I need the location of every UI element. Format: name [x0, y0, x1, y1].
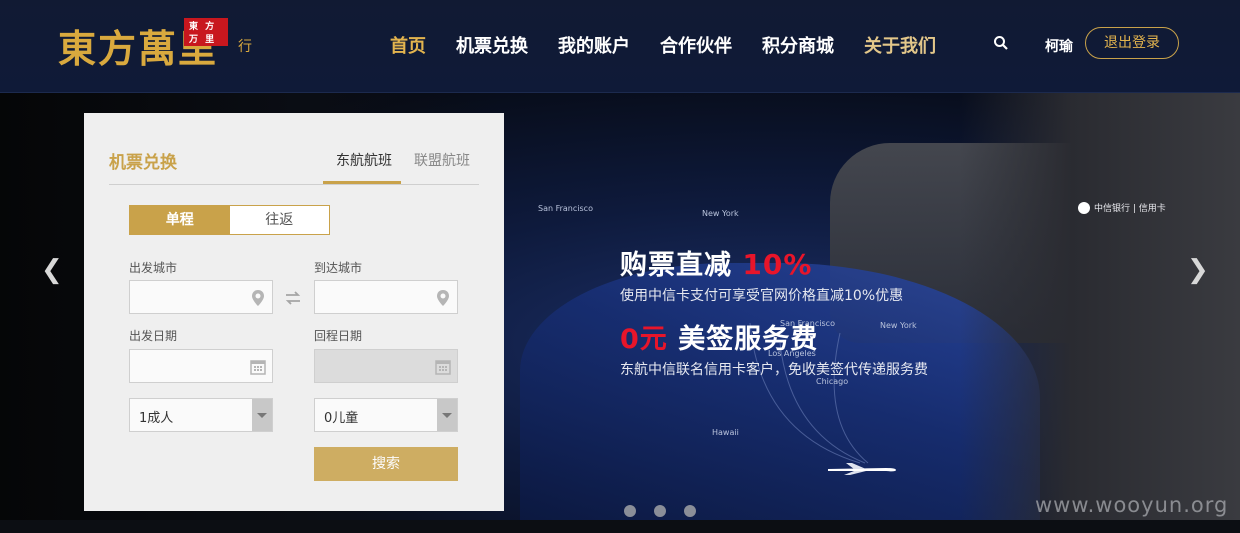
children-select[interactable]: 0儿童 [314, 398, 458, 432]
carousel-dots [624, 505, 696, 517]
tab-divider [109, 184, 479, 185]
city-label: New York [702, 209, 739, 218]
search-button[interactable]: 搜索 [314, 447, 458, 481]
bank-name: 中信银行 | 信用卡 [1094, 204, 1166, 214]
carousel-dot[interactable] [684, 505, 696, 517]
promo-discount-text: 购票直减 [620, 250, 743, 281]
children-value: 0儿童 [324, 411, 359, 426]
calendar-icon [435, 360, 451, 375]
panel-title: 机票兑换 [109, 153, 177, 173]
promo-discount-value: 10% [742, 248, 813, 281]
promo-discount-detail: 使用中信卡支付可享受官网价格直减10%优惠 [620, 288, 904, 304]
depart-city-label: 出发城市 [129, 261, 178, 275]
carousel-dot[interactable] [654, 505, 666, 517]
return-date-input [314, 349, 458, 383]
bank-emblem-icon [1078, 201, 1090, 214]
banner-bottom-strip [0, 520, 1240, 533]
search-icon[interactable] [993, 35, 1009, 51]
trip-type-toggle: 单程 往返 [129, 205, 330, 235]
promo-visa-text: 美签服务费 [667, 324, 819, 355]
carousel-next-arrow-icon[interactable]: ❯ [1187, 255, 1209, 285]
city-label: San Francisco [538, 204, 593, 213]
promo-headline-visa[interactable]: 0元 美签服务费 [620, 317, 818, 356]
logo-signature: 行 [238, 39, 252, 55]
depart-city-input[interactable] [129, 280, 273, 314]
banner-right-shade [960, 93, 1240, 523]
nav-my-account[interactable]: 我的账户 [558, 32, 630, 58]
carousel-prev-arrow-icon[interactable]: ❮ [41, 255, 63, 285]
city-label: Hawaii [712, 428, 739, 437]
depart-date-input[interactable] [129, 349, 273, 383]
city-label: New York [880, 321, 917, 330]
nav-points-mall[interactable]: 积分商城 [762, 32, 834, 58]
swap-cities-icon[interactable] [284, 291, 302, 305]
chevron-down-icon [252, 399, 272, 431]
tab-eastern-flights[interactable]: 东航航班 [336, 150, 392, 170]
active-tab-indicator [323, 181, 401, 184]
brand-logo[interactable]: 東方萬里 東 方 万 里 行 [58, 16, 252, 71]
carousel-dot[interactable] [624, 505, 636, 517]
promo-visa-detail: 东航中信联名信用卡客户，免收美签代传递服务费 [620, 362, 928, 378]
calendar-icon [250, 360, 266, 375]
tab-alliance-flights[interactable]: 联盟航班 [414, 150, 470, 170]
arrive-city-label: 到达城市 [314, 261, 363, 275]
location-pin-icon [252, 290, 264, 306]
ticket-booking-panel: 机票兑换 东航航班 联盟航班 单程 往返 出发城市 到达城市 出发日期 回程日期 [84, 113, 504, 511]
arrive-city-input[interactable] [314, 280, 458, 314]
adults-value: 1成人 [139, 411, 174, 426]
round-trip-button[interactable]: 往返 [229, 206, 329, 234]
depart-date-label: 出发日期 [129, 329, 178, 343]
username[interactable]: 柯瑜 [1045, 36, 1073, 56]
citic-bank-logo: 中信银行 | 信用卡 [1078, 201, 1166, 214]
watermark: www.wooyun.org [1035, 493, 1229, 517]
logout-button[interactable]: 退出登录 [1085, 27, 1179, 59]
nav-ticket-redeem[interactable]: 机票兑换 [456, 32, 528, 58]
location-pin-icon [437, 290, 449, 306]
logo-badge: 東 方 万 里 [184, 18, 228, 46]
main-nav: 首页 机票兑换 我的账户 合作伙伴 积分商城 关于我们 [390, 32, 966, 58]
one-way-button[interactable]: 单程 [130, 206, 230, 234]
nav-about-us[interactable]: 关于我们 [864, 32, 936, 58]
chevron-down-icon [437, 399, 457, 431]
nav-partners[interactable]: 合作伙伴 [660, 32, 732, 58]
adults-select[interactable]: 1成人 [129, 398, 273, 432]
return-date-label: 回程日期 [314, 329, 363, 343]
nav-home[interactable]: 首页 [390, 32, 426, 58]
airplane-icon [828, 463, 896, 475]
promo-headline-discount[interactable]: 购票直减 10% [620, 243, 812, 282]
site-header: 東方萬里 東 方 万 里 行 首页 机票兑换 我的账户 合作伙伴 积分商城 关于… [0, 0, 1240, 93]
promo-visa-value: 0元 [620, 324, 668, 355]
